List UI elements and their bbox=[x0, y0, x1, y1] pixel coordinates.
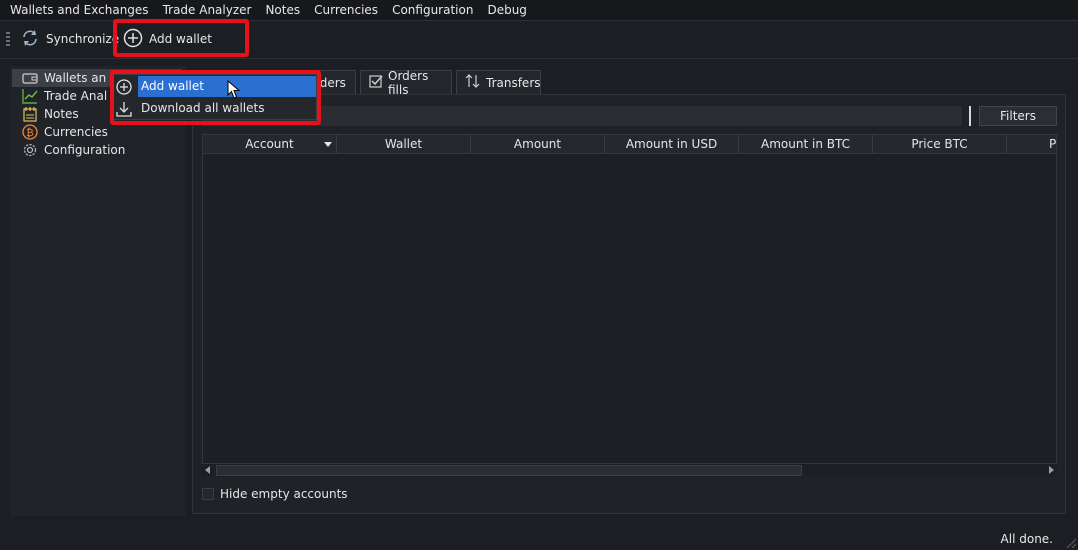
column-header-wallet[interactable]: Wallet bbox=[337, 135, 471, 153]
menu-debug[interactable]: Debug bbox=[480, 0, 533, 20]
column-header-price-usd[interactable]: Pr bbox=[1007, 135, 1056, 153]
sort-arrow-icon bbox=[324, 142, 332, 147]
toolbar: Synchronize Add wallet bbox=[0, 21, 1078, 59]
mouse-cursor-icon bbox=[227, 79, 241, 103]
context-menu-download-all-wallets[interactable]: Download all wallets bbox=[113, 98, 316, 119]
column-header-amount-usd[interactable]: Amount in USD bbox=[605, 135, 739, 153]
horizontal-scrollbar[interactable] bbox=[202, 463, 1057, 477]
sidebar-item-label: Configuration bbox=[44, 143, 126, 157]
tab-label: Transfers bbox=[486, 75, 541, 90]
plus-circle-icon bbox=[123, 28, 143, 51]
synchronize-button[interactable]: Synchronize bbox=[20, 27, 119, 51]
tab-orders-fills[interactable]: Orders fills bbox=[360, 68, 452, 97]
transfer-arrows-icon bbox=[465, 74, 481, 91]
wallets-table: Account Wallet Amount Amount in USD Amou… bbox=[202, 134, 1057, 477]
download-icon bbox=[116, 101, 132, 117]
tab-label: Orders fills bbox=[388, 68, 429, 97]
notes-icon bbox=[22, 106, 38, 122]
resize-grip-handle[interactable] bbox=[1066, 538, 1076, 548]
svg-text:₿: ₿ bbox=[26, 127, 33, 139]
column-header-label: Account bbox=[245, 137, 294, 151]
column-header-account[interactable]: Account bbox=[203, 135, 337, 153]
sidebar-item-label: Notes bbox=[44, 107, 79, 121]
hide-empty-accounts-checkbox[interactable] bbox=[202, 488, 214, 500]
sidebar-item-label: Wallets an bbox=[44, 71, 107, 85]
filters-button[interactable]: Filters bbox=[979, 106, 1057, 126]
menu-configuration[interactable]: Configuration bbox=[385, 0, 480, 20]
table-header: Account Wallet Amount Amount in USD Amou… bbox=[203, 135, 1056, 154]
sidebar-item-notes[interactable]: Notes bbox=[22, 105, 79, 123]
sidebar-item-configuration[interactable]: Configuration bbox=[22, 141, 125, 159]
bitcoin-icon: ₿ bbox=[22, 124, 38, 140]
scrollbar-thumb[interactable] bbox=[216, 465, 802, 476]
column-header-amount-btc[interactable]: Amount in BTC bbox=[739, 135, 873, 153]
context-menu-add-wallet[interactable]: Add wallet bbox=[113, 76, 316, 97]
checkbox-icon bbox=[369, 74, 383, 91]
chart-line-icon bbox=[22, 88, 38, 104]
status-text: All done. bbox=[1000, 532, 1053, 546]
add-wallet-label: Add wallet bbox=[149, 32, 212, 46]
sync-icon bbox=[20, 28, 40, 51]
tab-transfers[interactable]: Transfers bbox=[456, 70, 541, 94]
scroll-left-icon[interactable] bbox=[205, 466, 210, 474]
menu-trade-analyzer[interactable]: Trade Analyzer bbox=[156, 0, 259, 20]
sidebar-item-currencies[interactable]: ₿ Currencies bbox=[22, 123, 108, 141]
context-menu: Add wallet Download all wallets bbox=[112, 74, 317, 120]
tab-label: rders bbox=[315, 75, 346, 90]
plus-circle-icon bbox=[116, 78, 132, 95]
column-header-price-btc[interactable]: Price BTC bbox=[873, 135, 1007, 153]
menu-wallets-and-exchanges[interactable]: Wallets and Exchanges bbox=[0, 0, 156, 20]
scroll-right-icon[interactable] bbox=[1049, 466, 1054, 474]
wallet-icon bbox=[22, 70, 38, 86]
column-header-amount[interactable]: Amount bbox=[471, 135, 605, 153]
gear-icon bbox=[22, 142, 38, 158]
menubar: Wallets and Exchanges Trade Analyzer Not… bbox=[0, 0, 1078, 20]
text-cursor bbox=[969, 106, 971, 126]
sidebar-item-label: Currencies bbox=[44, 125, 108, 139]
menu-currencies[interactable]: Currencies bbox=[307, 0, 385, 20]
synchronize-label: Synchronize bbox=[46, 32, 120, 46]
add-wallet-toolbar-button[interactable]: Add wallet bbox=[123, 27, 212, 51]
sidebar-item-label: Trade Anal bbox=[44, 89, 108, 103]
hide-empty-accounts-label: Hide empty accounts bbox=[220, 487, 348, 501]
toolbar-grip-handle[interactable] bbox=[6, 32, 10, 48]
sidebar-item-trade-analyzer[interactable]: Trade Anal bbox=[22, 87, 107, 105]
menu-notes[interactable]: Notes bbox=[258, 0, 307, 20]
